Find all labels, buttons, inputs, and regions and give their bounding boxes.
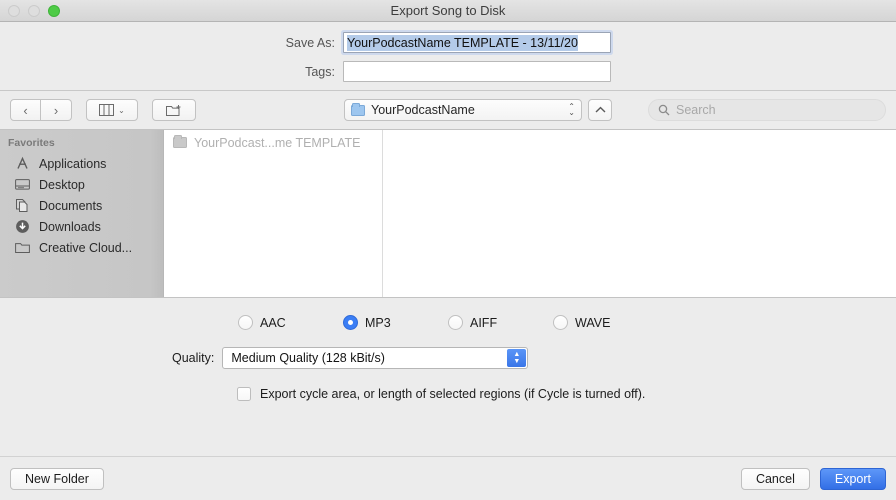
- stepper-arrows-icon: ▲ ▼: [507, 349, 527, 367]
- format-label: WAVE: [575, 315, 611, 330]
- format-option-aac[interactable]: AAC: [238, 315, 343, 330]
- file-column-2[interactable]: [383, 130, 896, 297]
- path-popup-button[interactable]: YourPodcastName ⌃ ⌄: [344, 99, 582, 121]
- applications-icon: [14, 156, 30, 172]
- radio-icon-selected: [343, 315, 358, 330]
- file-browser: Favorites Applications Desktop Documents…: [0, 129, 896, 298]
- format-option-mp3[interactable]: MP3: [343, 315, 448, 330]
- new-folder-toolbar-button[interactable]: [152, 99, 196, 121]
- quality-value: Medium Quality (128 kBit/s): [231, 351, 385, 365]
- downloads-icon: [14, 219, 30, 235]
- sidebar-item-applications[interactable]: Applications: [0, 153, 163, 174]
- sidebar-item-label: Documents: [39, 198, 103, 213]
- format-label: AIFF: [470, 315, 498, 330]
- stepper-up-icon: ▲: [513, 351, 521, 358]
- format-radio-group: AAC MP3 AIFF WAVE: [0, 315, 896, 330]
- stepper-down-icon: ⌄: [568, 108, 575, 117]
- sidebar-item-label: Creative Cloud...: [39, 240, 133, 255]
- minimize-button[interactable]: [28, 5, 40, 17]
- navigation-buttons: ‹ ›: [10, 99, 72, 121]
- search-icon: [658, 104, 670, 116]
- desktop-icon: [14, 177, 30, 193]
- export-button[interactable]: Export: [819, 467, 886, 490]
- search-placeholder: Search: [676, 103, 716, 117]
- new-folder-icon: [166, 104, 181, 116]
- cycle-area-checkbox-row[interactable]: Export cycle area, or length of selected…: [0, 387, 896, 401]
- save-as-input[interactable]: YourPodcastName TEMPLATE - 13/11/20: [343, 32, 611, 53]
- export-dialog-window: Export Song to Disk Save As: YourPodcast…: [0, 0, 896, 500]
- chevron-left-icon: ‹: [23, 102, 28, 118]
- sidebar-item-documents[interactable]: Documents: [0, 195, 163, 216]
- format-option-aiff[interactable]: AIFF: [448, 315, 553, 330]
- sidebar-section-header: Favorites: [8, 137, 55, 149]
- sidebar-item-label: Desktop: [39, 177, 85, 192]
- cycle-area-checkbox-label: Export cycle area, or length of selected…: [260, 387, 646, 401]
- window-title: Export Song to Disk: [390, 3, 506, 18]
- folder-icon: [173, 135, 187, 148]
- chevron-up-icon: [595, 106, 605, 113]
- stepper-arrows-icon: ⌃ ⌄: [568, 103, 575, 117]
- dialog-footer: New Folder Cancel Export: [0, 456, 896, 500]
- column-view-icon: [99, 104, 115, 116]
- list-item-label: YourPodcast...me TEMPLATE: [194, 135, 361, 150]
- sidebar-item-label: Applications: [39, 156, 107, 171]
- save-as-row: Save As: YourPodcastName TEMPLATE - 13/1…: [0, 32, 896, 53]
- folder-icon: [351, 102, 365, 116]
- quality-label: Quality:: [172, 351, 215, 365]
- zoom-button[interactable]: [48, 5, 60, 17]
- documents-icon: [14, 198, 30, 214]
- stepper-down-icon: ▼: [513, 358, 521, 365]
- sidebar-item-downloads[interactable]: Downloads: [0, 216, 163, 237]
- view-mode-button[interactable]: ⌄: [86, 99, 138, 121]
- forward-button[interactable]: ›: [41, 99, 72, 121]
- go-up-button[interactable]: [588, 99, 612, 121]
- tags-row: Tags:: [0, 61, 896, 82]
- checkbox-icon: [237, 387, 251, 401]
- quality-select[interactable]: Medium Quality (128 kBit/s) ▲ ▼: [222, 347, 529, 369]
- title-bar: Export Song to Disk: [0, 0, 896, 22]
- file-list: YourPodcast...me TEMPLATE: [164, 130, 896, 297]
- file-browser-toolbar: ‹ › ⌄ YourPodcastName ⌃ ⌄ Search: [0, 91, 896, 129]
- search-input[interactable]: Search: [648, 99, 886, 121]
- tags-input[interactable]: [343, 61, 611, 82]
- save-as-value: YourPodcastName TEMPLATE - 13/11/20: [347, 34, 578, 51]
- cancel-button[interactable]: Cancel: [740, 467, 810, 490]
- sidebar: Favorites Applications Desktop Documents…: [0, 130, 164, 297]
- export-options: AAC MP3 AIFF WAVE Quality: Medium Qualit…: [0, 298, 896, 456]
- current-folder-label: YourPodcastName: [371, 103, 475, 117]
- radio-icon: [448, 315, 463, 330]
- chevron-right-icon: ›: [53, 102, 59, 118]
- file-column-1: YourPodcast...me TEMPLATE: [164, 130, 383, 297]
- sidebar-item-desktop[interactable]: Desktop: [0, 174, 163, 195]
- sidebar-item-label: Downloads: [39, 219, 101, 234]
- traffic-light-group: [8, 5, 60, 17]
- close-button[interactable]: [8, 5, 20, 17]
- footer-action-buttons: Cancel Export: [740, 467, 886, 490]
- list-item[interactable]: YourPodcast...me TEMPLATE: [164, 133, 382, 152]
- format-label: MP3: [365, 315, 391, 330]
- format-label: AAC: [260, 315, 286, 330]
- chevron-down-icon: ⌄: [118, 105, 125, 115]
- save-form-area: Save As: YourPodcastName TEMPLATE - 13/1…: [0, 22, 896, 91]
- radio-icon: [553, 315, 568, 330]
- format-option-wave[interactable]: WAVE: [553, 315, 658, 330]
- new-folder-button[interactable]: New Folder: [10, 467, 104, 490]
- back-button[interactable]: ‹: [10, 99, 41, 121]
- save-as-label: Save As:: [285, 35, 335, 50]
- quality-row: Quality: Medium Quality (128 kBit/s) ▲ ▼: [0, 347, 896, 369]
- tags-label: Tags:: [305, 64, 335, 79]
- folder-icon: [14, 240, 30, 256]
- sidebar-item-creative-cloud[interactable]: Creative Cloud...: [0, 237, 163, 258]
- radio-icon: [238, 315, 253, 330]
